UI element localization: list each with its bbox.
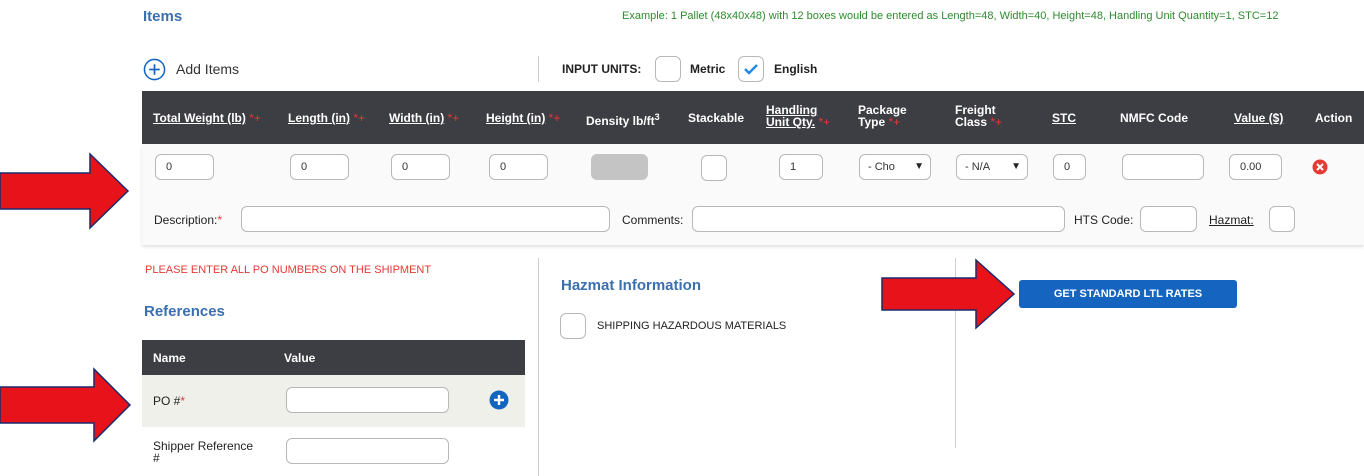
description-label: Description:*: [154, 213, 223, 227]
package-type-value: - Cho: [868, 161, 895, 173]
english-checkbox[interactable]: [738, 56, 764, 82]
po-notice: PLEASE ENTER ALL PO NUMBERS ON THE SHIPM…: [145, 264, 432, 276]
comments-label: Comments:: [622, 213, 684, 227]
add-items-label: Add Items: [176, 61, 240, 77]
header-package-type: Package Type *+: [858, 103, 907, 129]
add-items-button[interactable]: Add Items: [143, 57, 239, 81]
po-label: PO #*: [153, 394, 186, 408]
header-total-weight: Total Weight (lb) *+: [153, 111, 261, 125]
items-example-text: Example: 1 Pallet (48x40x48) with 12 box…: [622, 10, 1279, 22]
value-input[interactable]: 0.00: [1229, 154, 1282, 180]
shipping-hazardous-label: SHIPPING HAZARDOUS MATERIALS: [597, 320, 787, 332]
items-table-header: Total Weight (lb) *+ Length (in) *+ Widt…: [142, 91, 1364, 144]
freight-class-select[interactable]: - N/A ▼: [956, 154, 1028, 180]
red-arrow-annotation: [0, 152, 130, 230]
hazmat-label: Hazmat:: [1209, 213, 1254, 227]
header-height: Height (in) *+: [486, 111, 561, 125]
total-weight-input[interactable]: 0: [155, 154, 214, 180]
add-reference-button[interactable]: [489, 390, 509, 413]
hts-code-input[interactable]: [1140, 206, 1197, 232]
header-freight-class: Freight Class *+: [955, 103, 1003, 129]
metric-checkbox[interactable]: [655, 56, 681, 82]
comments-input[interactable]: [692, 206, 1065, 232]
remove-circle-icon: [1312, 159, 1328, 175]
col-value: Value: [284, 351, 316, 365]
shipper-reference-label: Shipper Reference #: [153, 439, 254, 465]
red-arrow-annotation: [0, 367, 132, 443]
hazmat-checkbox[interactable]: [1269, 206, 1295, 232]
length-input[interactable]: 0: [290, 154, 349, 180]
handling-unit-qty-input[interactable]: 1: [779, 154, 823, 180]
header-stackable: Stackable: [688, 111, 745, 125]
plus-circle-icon: [489, 390, 509, 410]
delete-row-button[interactable]: [1312, 159, 1328, 178]
stackable-checkbox[interactable]: [701, 155, 727, 181]
nmfc-input[interactable]: [1122, 154, 1204, 180]
plus-circle-icon: [143, 58, 166, 80]
checkmark-icon: [744, 64, 758, 75]
header-handling-unit-qty: Handling Unit Qty. *+: [766, 103, 831, 129]
input-units-label: INPUT UNITS:: [562, 62, 642, 76]
shipper-reference-input[interactable]: [286, 438, 449, 464]
width-input[interactable]: 0: [391, 154, 450, 180]
divider: [538, 258, 539, 476]
red-arrow-annotation: [881, 258, 1016, 330]
col-name: Name: [153, 351, 186, 365]
header-width: Width (in) *+: [389, 111, 460, 125]
hts-code-label: HTS Code:: [1074, 213, 1134, 227]
chevron-down-icon: ▼: [1011, 161, 1021, 172]
hazmat-info-title: Hazmat Information: [561, 277, 702, 294]
header-nmfc: NMFC Code: [1120, 111, 1188, 125]
divider: [538, 56, 539, 82]
header-density: Density lb/ft3: [586, 112, 660, 128]
header-value: Value ($): [1234, 111, 1284, 125]
chevron-down-icon: ▼: [914, 161, 924, 172]
references-title: References: [144, 303, 225, 320]
package-type-select[interactable]: - Cho ▼: [859, 154, 931, 180]
references-table-header: Name Value: [142, 340, 525, 375]
shipping-hazardous-checkbox[interactable]: [560, 313, 586, 339]
get-standard-ltl-rates-button[interactable]: GET STANDARD LTL RATES: [1019, 280, 1237, 308]
height-input[interactable]: 0: [489, 154, 548, 180]
po-input[interactable]: [286, 387, 449, 413]
density-field: [591, 154, 648, 180]
header-action: Action: [1315, 111, 1353, 125]
freight-class-value: - N/A: [965, 161, 991, 173]
description-input[interactable]: [241, 206, 610, 232]
stc-input[interactable]: 0: [1053, 154, 1086, 180]
header-stc: STC: [1052, 111, 1076, 125]
items-title: Items: [143, 8, 183, 25]
english-label: English: [774, 62, 818, 76]
metric-label: Metric: [690, 62, 726, 76]
header-length: Length (in) *+: [288, 111, 366, 125]
